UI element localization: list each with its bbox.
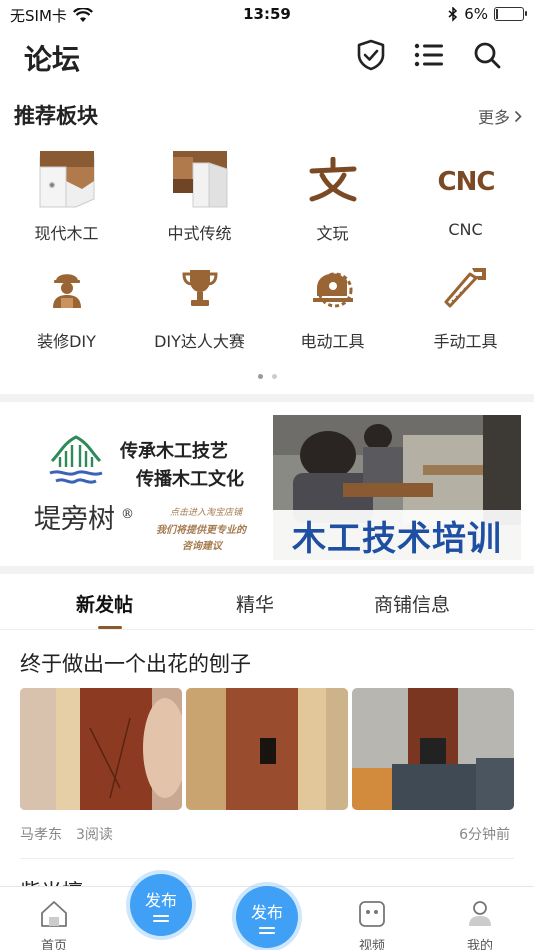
category-power-tools[interactable]: 电动工具 — [266, 256, 399, 352]
post-tabs: 新发帖 精华 商铺信息 — [0, 578, 534, 630]
publish-bars-icon — [259, 927, 275, 934]
post-divider — [20, 858, 514, 859]
hand-saw-icon — [431, 256, 501, 320]
promo-banner[interactable]: 传承木工技艺 传播木工文化 堤旁树 ® 点击进入淘宝店铺 我们将提供更专业的 咨询… — [0, 403, 534, 565]
chevron-right-icon — [514, 110, 522, 122]
post-image[interactable] — [352, 688, 514, 810]
tab-mine-label: 我的 — [466, 939, 493, 950]
brand-text: 堤旁树 — [34, 504, 115, 535]
wen-glyph-icon — [298, 148, 368, 212]
category-decoration-diy[interactable]: 装修DIY — [0, 256, 133, 352]
battery-percent: 6% — [464, 5, 488, 23]
slogan-line-2: 传播木工文化 — [136, 469, 244, 490]
category-cnc[interactable]: CNC CNC — [399, 148, 532, 239]
video-icon — [359, 901, 385, 927]
worker-icon — [32, 256, 102, 320]
cnc-text-icon: CNC — [431, 148, 501, 212]
battery-icon — [494, 7, 527, 21]
circular-saw-icon — [298, 256, 368, 320]
app-header: 论坛 — [0, 28, 534, 84]
page-indicator — [0, 374, 534, 379]
tab-home[interactable]: 首页 — [24, 899, 84, 950]
list-icon[interactable] — [412, 38, 446, 72]
category-diy-contest[interactable]: DIY达人大赛 — [133, 256, 266, 352]
publish-bars-icon — [153, 915, 169, 922]
brand-name: 堤旁树 ® — [34, 497, 134, 536]
profile-icon — [469, 901, 491, 926]
shield-check-icon[interactable] — [354, 38, 388, 72]
category-chinese-traditional[interactable]: 中式传统 — [133, 148, 266, 244]
post-title[interactable]: 终于做出一个出花的刨子 — [20, 648, 251, 678]
section-divider — [0, 566, 534, 574]
more-label: 更多 — [477, 108, 510, 127]
banner-small-1: 点击进入淘宝店铺 — [170, 508, 243, 518]
category-label: 电动工具 — [300, 332, 365, 351]
home-icon — [41, 901, 67, 927]
post-author[interactable]: 马孝东 — [20, 824, 62, 844]
registered-mark: ® — [121, 507, 134, 522]
tab-mine[interactable]: 我的 — [450, 899, 510, 950]
tab-featured[interactable]: 精华 — [236, 590, 274, 617]
bluetooth-icon — [448, 6, 458, 22]
banner-photo: 木工技术培训 — [273, 415, 521, 560]
status-bar: 无SIM卡 13:59 6% — [0, 0, 534, 28]
tab-new-posts[interactable]: 新发帖 — [76, 590, 133, 617]
category-label: 手动工具 — [433, 332, 498, 351]
search-icon[interactable] — [470, 38, 504, 72]
post-reads: 3阅读 — [76, 827, 113, 843]
post-time: 6分钟前 — [459, 827, 510, 843]
tab-video-label: 视频 — [358, 939, 385, 950]
banner-brand-panel: 传承木工技艺 传播木工文化 堤旁树 ® 点击进入淘宝店铺 我们将提供更专业的 咨询… — [0, 403, 272, 565]
modern-wood-icon — [32, 148, 102, 212]
publish-label: 发布 — [144, 891, 177, 910]
category-label: 现代木工 — [34, 224, 99, 243]
post-meta: 马孝东 3阅读 — [20, 824, 113, 844]
banner-small-3: 咨询建议 — [182, 541, 222, 552]
section-title: 推荐板块 — [14, 104, 98, 128]
tab-indicator — [98, 626, 122, 629]
publish-label: 发布 — [250, 903, 283, 922]
post-image[interactable] — [20, 688, 182, 810]
section-divider — [0, 394, 534, 402]
category-label: 装修DIY — [37, 332, 96, 351]
category-label: 文玩 — [316, 224, 349, 243]
more-link[interactable]: 更多 — [478, 104, 522, 128]
page-dot — [271, 374, 277, 379]
category-label: CNC — [448, 220, 483, 239]
page-dot-active — [257, 374, 263, 379]
post-images — [20, 688, 515, 812]
brand-logo — [49, 435, 103, 484]
tab-shop-info[interactable]: 商铺信息 — [374, 590, 450, 617]
svg-text:CNC: CNC — [438, 167, 494, 197]
trophy-icon — [165, 256, 235, 320]
training-title: 木工技术培训 — [292, 519, 502, 559]
category-wenwan[interactable]: 文玩 — [266, 148, 399, 244]
category-hand-tools[interactable]: 手动工具 — [399, 256, 532, 352]
tab-home-label: 首页 — [40, 939, 67, 950]
category-label: 中式传统 — [167, 224, 232, 243]
post-image[interactable] — [186, 688, 348, 810]
category-modern-wood[interactable]: 现代木工 — [0, 148, 133, 244]
banner-small-2: 我们将提供更专业的 — [156, 525, 246, 536]
category-label: DIY达人大赛 — [154, 332, 245, 351]
tab-video[interactable]: 视频 — [342, 899, 402, 950]
publish-button[interactable]: 发布 — [130, 874, 192, 936]
publish-button-secondary[interactable]: 发布 — [236, 886, 298, 948]
page-title: 论坛 — [24, 43, 81, 76]
chinese-joint-icon — [165, 148, 235, 212]
slogan-line-1: 传承木工技艺 — [120, 441, 228, 462]
recommended-section-header: 推荐板块 更多 — [0, 92, 534, 136]
